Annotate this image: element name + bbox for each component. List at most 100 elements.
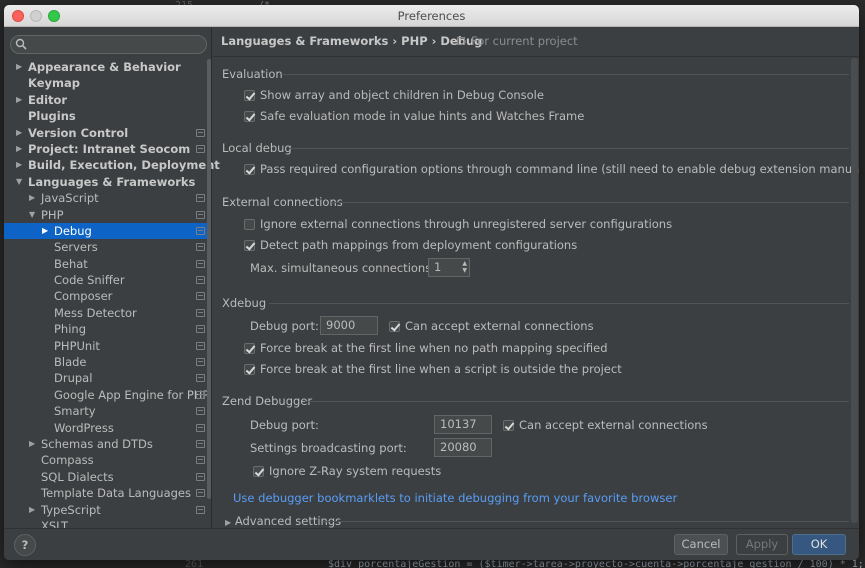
- sidebar-item[interactable]: Smarty: [4, 403, 210, 419]
- chevron-right-icon: ▶: [225, 518, 232, 527]
- project-scope-icon: [196, 243, 205, 252]
- force-break-no-mapping-checkbox[interactable]: [244, 342, 255, 354]
- sidebar-item[interactable]: ▼ Languages & Frameworks: [4, 174, 210, 190]
- show-array-checkbox[interactable]: [244, 89, 255, 101]
- settings-tree: ▶ Appearance & Behavior Keymap ▶ Editor Plugi…: [4, 59, 220, 534]
- chevron-right-icon[interactable]: ▶: [16, 141, 22, 157]
- sidebar-item-label: Servers: [54, 240, 98, 255]
- scope-label: For current project: [471, 34, 578, 48]
- chevron-right-icon[interactable]: ▶: [42, 223, 48, 239]
- sidebar-item[interactable]: ▼ PHP: [4, 207, 210, 223]
- max-connections-value: 1: [434, 260, 442, 274]
- max-connections-spinner[interactable]: 1 ▲ ▼: [428, 258, 470, 277]
- sidebar-item[interactable]: Mess Detector: [4, 305, 210, 321]
- settings-sidebar: ▶ Appearance & Behavior Keymap ▶ Editor Plugi…: [4, 28, 220, 533]
- ignore-unregistered-label: Ignore external connections through unre…: [260, 217, 673, 231]
- sidebar-item[interactable]: ▶ Schemas and DTDs: [4, 436, 210, 452]
- chevron-down-icon[interactable]: ▼: [29, 207, 35, 223]
- settings-search-input[interactable]: [10, 35, 207, 54]
- cancel-button[interactable]: Cancel: [674, 534, 728, 555]
- background-line-number: 261: [185, 559, 204, 568]
- pass-config-row[interactable]: Pass required configuration options thro…: [244, 162, 859, 176]
- chevron-right-icon[interactable]: ▶: [16, 59, 22, 75]
- force-break-outside-row[interactable]: Force break at the first line when a scr…: [244, 362, 622, 376]
- chevron-right-icon[interactable]: ▶: [16, 157, 22, 173]
- header-divider: [213, 56, 859, 57]
- zend-port-input[interactable]: 10137: [434, 415, 492, 434]
- force-break-outside-checkbox[interactable]: [244, 363, 255, 375]
- xdebug-port-input[interactable]: 9000: [320, 316, 378, 335]
- sidebar-item[interactable]: ▶ Project: Intranet Seocom: [4, 141, 210, 157]
- sidebar-item[interactable]: ▶ Build, Execution, Deployment: [4, 157, 220, 173]
- chevron-right-icon[interactable]: ▶: [16, 125, 22, 141]
- sidebar-item[interactable]: ▶ Debug: [4, 222, 210, 240]
- detect-mappings-checkbox[interactable]: [244, 239, 255, 251]
- sidebar-scrollbar[interactable]: [207, 59, 211, 499]
- sidebar-item[interactable]: ▶ JavaScript: [4, 190, 210, 206]
- sidebar-item[interactable]: Behat: [4, 256, 210, 272]
- pass-config-checkbox[interactable]: [244, 163, 255, 175]
- xdebug-accept-row[interactable]: Can accept external connections: [389, 319, 594, 333]
- sidebar-item[interactable]: PHPUnit: [4, 338, 210, 354]
- sidebar-item[interactable]: Servers: [4, 239, 210, 255]
- sidebar-item-label: Build, Execution, Deployment: [28, 158, 220, 173]
- sidebar-item-label: Phing: [54, 322, 87, 337]
- project-scope-icon: [196, 439, 205, 448]
- bookmarklets-link[interactable]: Use debugger bookmarklets to initiate de…: [233, 491, 677, 505]
- project-scope-icon: [196, 423, 205, 432]
- ignore-unregistered-checkbox[interactable]: [244, 218, 255, 230]
- sidebar-item-label: Behat: [54, 256, 88, 271]
- sidebar-item[interactable]: ▶ Version Control: [4, 125, 210, 141]
- project-scope-icon: [196, 374, 205, 383]
- sidebar-item[interactable]: Code Sniffer: [4, 272, 210, 288]
- help-button[interactable]: ?: [14, 534, 36, 556]
- ignore-unregistered-row[interactable]: Ignore external connections through unre…: [244, 217, 672, 231]
- force-break-no-mapping-row[interactable]: Force break at the first line when no pa…: [244, 341, 608, 355]
- sidebar-item[interactable]: Template Data Languages: [4, 485, 210, 501]
- safe-eval-checkbox[interactable]: [244, 110, 255, 122]
- sidebar-item[interactable]: Compass: [4, 452, 210, 468]
- spinner-arrows-icon[interactable]: ▲ ▼: [462, 260, 467, 274]
- sidebar-item-label: Mess Detector: [54, 305, 137, 320]
- sidebar-item-label: PHP: [41, 207, 64, 222]
- chevron-right-icon[interactable]: ▶: [16, 92, 22, 108]
- sidebar-item[interactable]: Google App Engine for PHP: [4, 387, 210, 403]
- content-scrollbar[interactable]: [851, 58, 858, 523]
- show-array-row[interactable]: Show array and object children in Debug …: [244, 88, 544, 102]
- sidebar-item[interactable]: ▶ Appearance & Behavior: [4, 59, 210, 75]
- zend-accept-row[interactable]: Can accept external connections: [503, 418, 708, 432]
- broadcast-port-input[interactable]: 20080: [434, 438, 492, 457]
- sidebar-item-label: Keymap: [28, 76, 80, 91]
- chevron-right-icon[interactable]: ▶: [29, 502, 35, 518]
- xdebug-accept-checkbox[interactable]: [389, 320, 400, 332]
- sidebar-item[interactable]: Phing: [4, 321, 210, 337]
- sidebar-item[interactable]: ▶ TypeScript: [4, 502, 210, 518]
- chevron-right-icon[interactable]: ▶: [29, 190, 35, 206]
- zend-accept-checkbox[interactable]: [503, 419, 514, 431]
- sidebar-item[interactable]: Composer: [4, 288, 210, 304]
- preferences-window: Preferences ▶ Appearance & Behavior Keymap…: [4, 5, 859, 560]
- safe-eval-row[interactable]: Safe evaluation mode in value hints and …: [244, 109, 584, 123]
- sidebar-item-label: Schemas and DTDs: [41, 436, 153, 451]
- ignore-zray-checkbox[interactable]: [253, 465, 264, 477]
- sidebar-item[interactable]: Drupal: [4, 370, 210, 386]
- ok-button[interactable]: OK: [792, 534, 846, 555]
- chevron-down-icon[interactable]: ▼: [16, 174, 22, 190]
- sidebar-item[interactable]: WordPress: [4, 420, 210, 436]
- detect-mappings-row[interactable]: Detect path mappings from deployment con…: [244, 238, 577, 252]
- sidebar-item[interactable]: ▶ Editor: [4, 92, 210, 108]
- title-bar[interactable]: Preferences: [4, 5, 859, 27]
- sidebar-item[interactable]: Blade: [4, 354, 210, 370]
- sidebar-item-label: Version Control: [28, 125, 129, 140]
- evaluation-section-title: Evaluation: [222, 67, 283, 81]
- sidebar-item[interactable]: SQL Dialects: [4, 469, 210, 485]
- sidebar-item-label: Template Data Languages: [41, 486, 191, 501]
- sidebar-item[interactable]: Keymap: [4, 75, 210, 91]
- project-scope-icon: [196, 390, 205, 399]
- external-section-title: External connections: [222, 195, 343, 209]
- chevron-right-icon[interactable]: ▶: [29, 436, 35, 452]
- project-scope-icon: [196, 472, 205, 481]
- sidebar-item[interactable]: Plugins: [4, 108, 210, 124]
- ignore-zray-row[interactable]: Ignore Z-Ray system requests: [253, 464, 441, 478]
- apply-button[interactable]: Apply: [736, 534, 788, 555]
